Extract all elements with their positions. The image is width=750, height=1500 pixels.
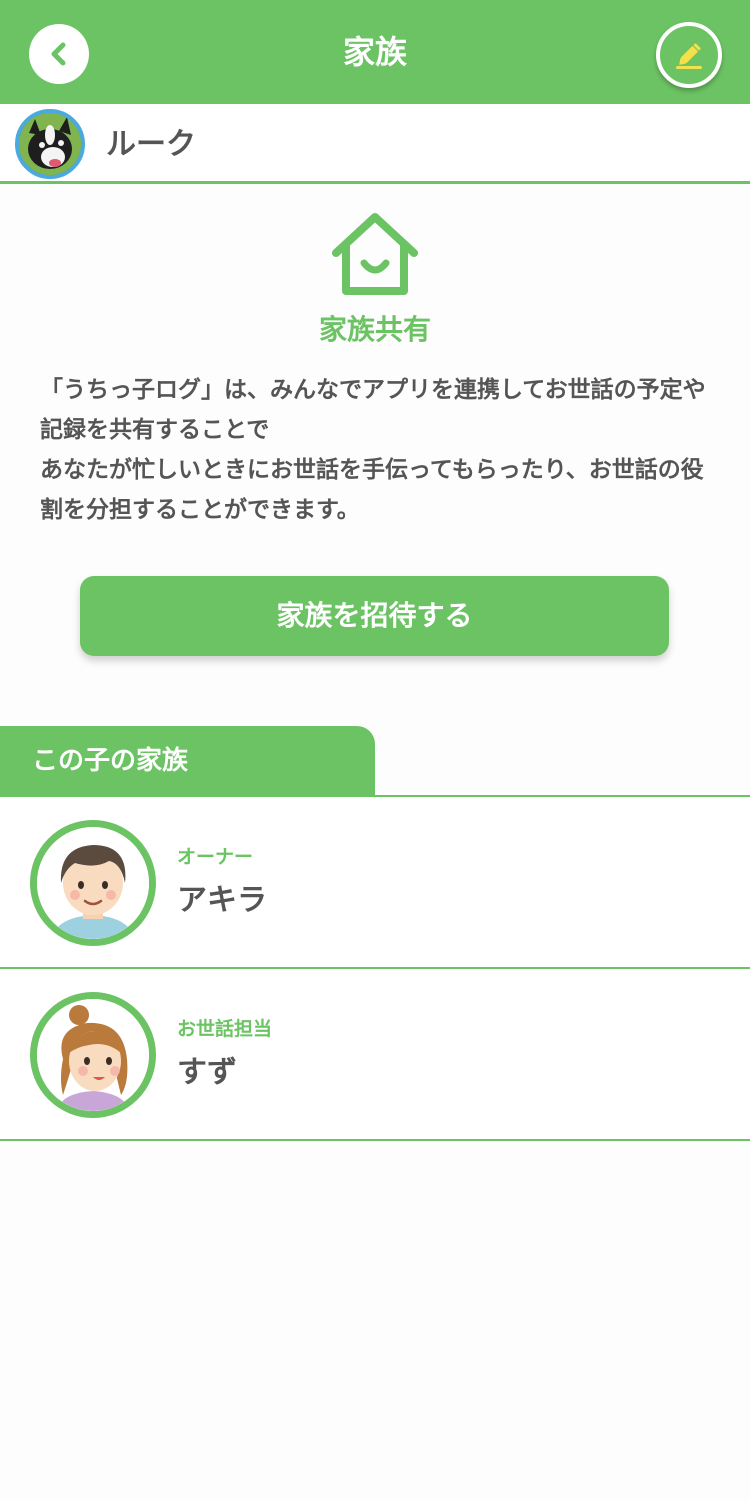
member-role: お世話担当: [177, 1018, 273, 1040]
invite-family-button[interactable]: 家族を招待する: [80, 576, 669, 656]
woman-avatar-icon: [37, 999, 149, 1111]
dog-photo-icon: [19, 113, 81, 175]
member-name: アキラ: [177, 883, 267, 918]
house-smile-icon: [332, 213, 418, 295]
page-title: 家族: [342, 33, 407, 71]
member-name: すず: [177, 1055, 237, 1090]
pet-avatar: [15, 109, 85, 179]
share-description: 「うちっ子ログ」は、みんなでアプリを連携してお世話の予定や記録を共有することで …: [40, 377, 706, 523]
member-avatar: [30, 992, 156, 1118]
share-title: 家族共有: [318, 313, 431, 346]
family-section-tab: この子の家族: [0, 726, 375, 796]
pet-name: ルーク: [106, 127, 196, 162]
app-header: 家族: [0, 0, 750, 104]
family-member-row[interactable]: オーナー アキラ: [0, 797, 750, 969]
man-avatar-icon: [37, 827, 149, 939]
family-member-row[interactable]: お世話担当 すず: [0, 969, 750, 1141]
pet-selector[interactable]: ルーク: [0, 104, 750, 184]
member-role: オーナー: [177, 846, 254, 868]
pencil-icon: [676, 43, 702, 69]
member-avatar: [30, 820, 156, 946]
edit-button[interactable]: [656, 22, 722, 88]
